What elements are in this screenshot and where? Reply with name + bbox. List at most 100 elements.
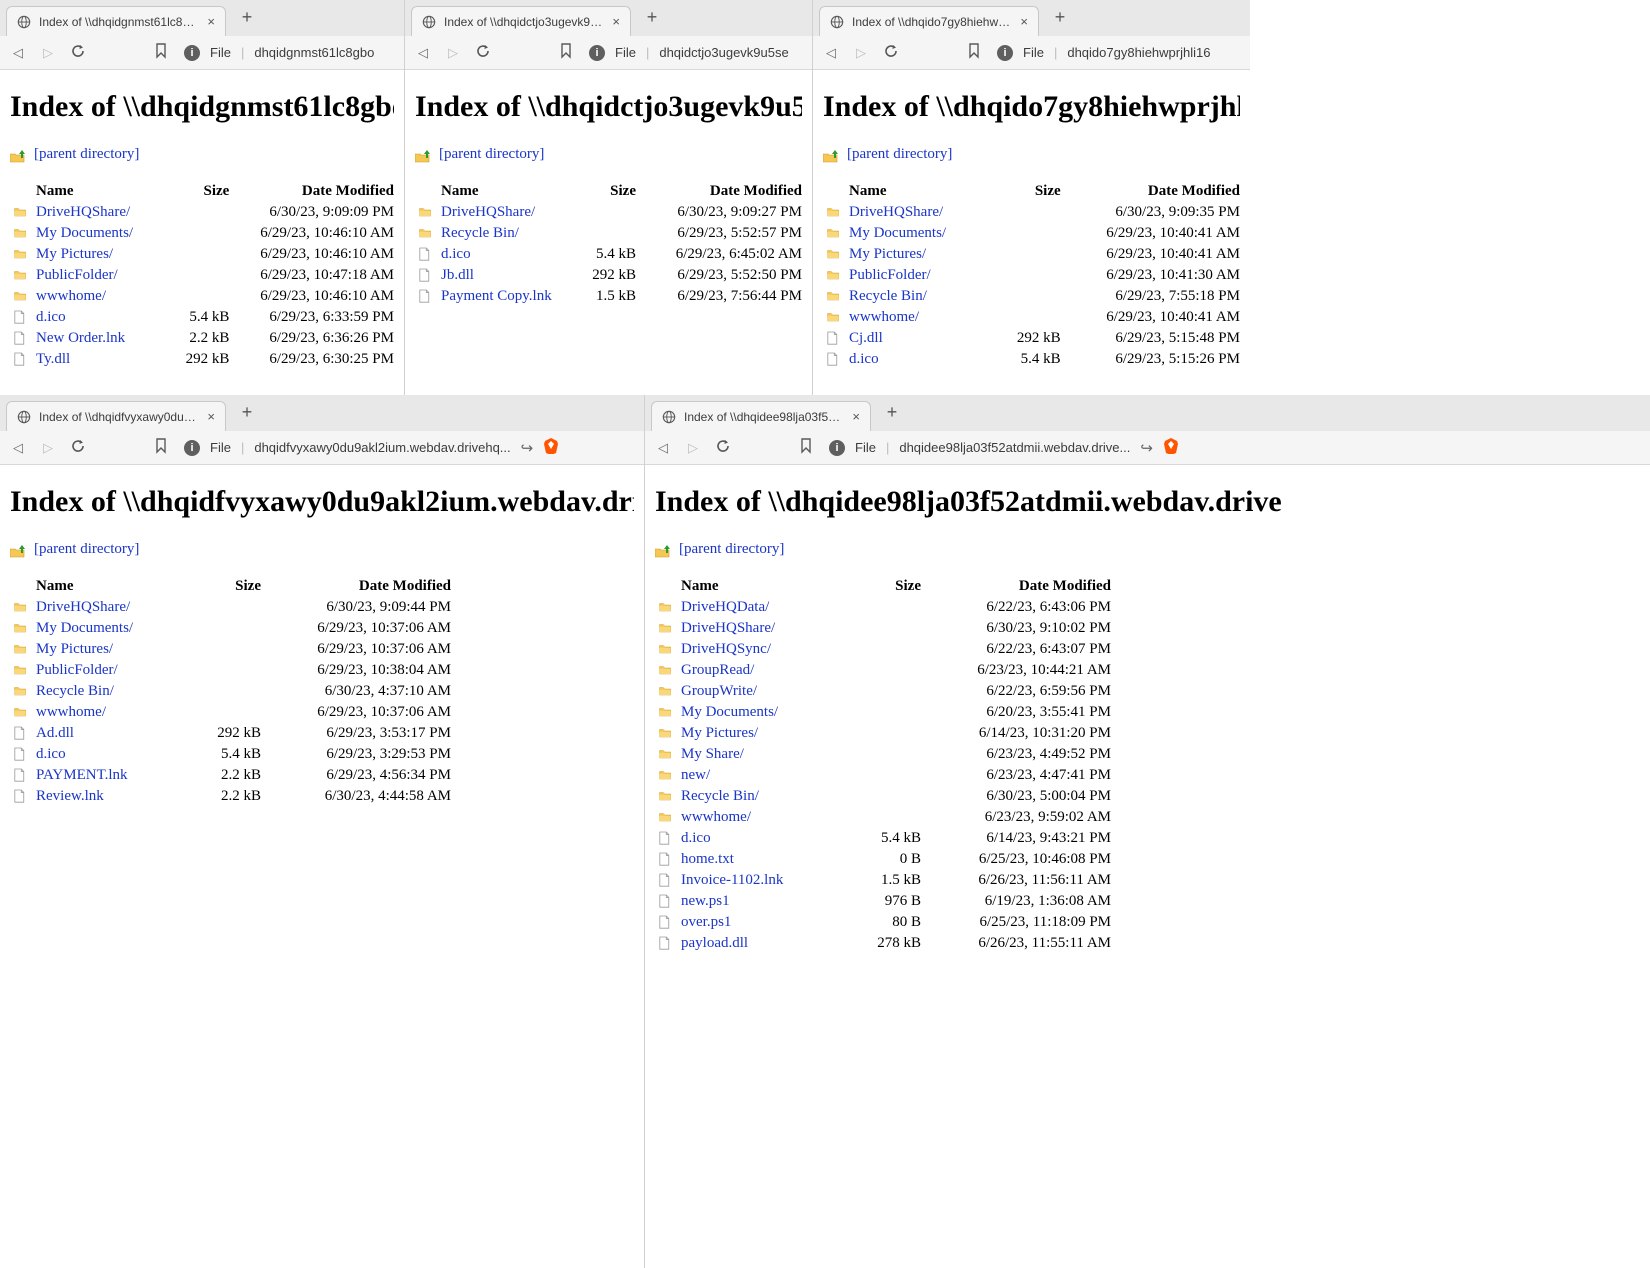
forward-button[interactable]: ▷ <box>853 45 869 61</box>
file-link[interactable]: Ty.dll <box>36 351 169 368</box>
file-link[interactable]: My Documents/ <box>36 225 169 242</box>
address-bar[interactable]: i File | dhqidee98lja03f52atdmii.webdav.… <box>829 438 1640 457</box>
new-tab-button[interactable]: + <box>1047 5 1073 31</box>
share-icon[interactable]: ↪ <box>1140 439 1153 457</box>
file-link[interactable]: d.ico <box>681 830 851 847</box>
file-link[interactable]: DriveHQShare/ <box>36 599 191 616</box>
reload-button[interactable] <box>715 438 731 457</box>
file-link[interactable]: My Pictures/ <box>849 246 995 263</box>
file-link[interactable]: wwwhome/ <box>681 809 851 826</box>
file-link[interactable]: DriveHQShare/ <box>849 204 995 221</box>
file-link[interactable]: My Pictures/ <box>36 641 191 658</box>
site-info-icon[interactable]: i <box>589 45 605 61</box>
back-button[interactable]: ◁ <box>655 440 671 456</box>
back-button[interactable]: ◁ <box>10 440 26 456</box>
file-link[interactable]: GroupRead/ <box>681 662 851 679</box>
bookmark-icon[interactable] <box>799 438 815 457</box>
browser-tab[interactable]: Index of \\dhqido7gy8hiehwprjhl × <box>819 6 1039 36</box>
file-link[interactable]: Invoice-1102.lnk <box>681 872 851 889</box>
browser-tab[interactable]: Index of \\dhqidfvyxawy0du9akl2 × <box>6 401 226 431</box>
back-button[interactable]: ◁ <box>415 45 431 61</box>
file-link[interactable]: over.ps1 <box>681 914 851 931</box>
file-link[interactable]: Recycle Bin/ <box>441 225 575 242</box>
address-bar[interactable]: i File | dhqidgnmst61lc8gbo <box>184 45 394 61</box>
file-link[interactable]: My Documents/ <box>849 225 995 242</box>
site-info-icon[interactable]: i <box>829 440 845 456</box>
file-link[interactable]: wwwhome/ <box>36 704 191 721</box>
new-tab-button[interactable]: + <box>234 5 260 31</box>
file-link[interactable]: DriveHQShare/ <box>36 204 169 221</box>
file-link[interactable]: DriveHQSync/ <box>681 641 851 658</box>
bookmark-icon[interactable] <box>154 43 170 62</box>
file-link[interactable]: d.ico <box>36 746 191 763</box>
forward-button[interactable]: ▷ <box>445 45 461 61</box>
file-link[interactable]: My Pictures/ <box>36 246 169 263</box>
forward-button[interactable]: ▷ <box>40 440 56 456</box>
site-info-icon[interactable]: i <box>184 440 200 456</box>
file-link[interactable]: Recycle Bin/ <box>36 683 191 700</box>
reload-button[interactable] <box>883 43 899 62</box>
file-link[interactable]: wwwhome/ <box>36 288 169 305</box>
bookmark-icon[interactable] <box>154 438 170 457</box>
file-link[interactable]: DriveHQShare/ <box>681 620 851 637</box>
close-icon[interactable]: × <box>852 410 860 423</box>
file-link[interactable]: DriveHQShare/ <box>441 204 575 221</box>
address-bar[interactable]: i File | dhqidctjo3ugevk9u5se <box>589 45 802 61</box>
browser-tab[interactable]: Index of \\dhqidee98lja03f52atdr × <box>651 401 871 431</box>
parent-directory-link[interactable]: [parent directory] <box>655 541 1640 558</box>
file-link[interactable]: PublicFolder/ <box>36 267 169 284</box>
close-icon[interactable]: × <box>207 15 215 28</box>
file-link[interactable]: payload.dll <box>681 935 851 952</box>
new-tab-button[interactable]: + <box>234 400 260 426</box>
parent-directory-link[interactable]: [parent directory] <box>10 146 394 163</box>
address-bar[interactable]: i File | dhqidfvyxawy0du9akl2ium.webdav.… <box>184 438 634 457</box>
back-button[interactable]: ◁ <box>10 45 26 61</box>
brave-shield-icon[interactable] <box>543 438 559 457</box>
file-link[interactable]: New Order.lnk <box>36 330 169 347</box>
parent-directory-link[interactable]: [parent directory] <box>415 146 802 163</box>
close-icon[interactable]: × <box>1020 15 1028 28</box>
file-link[interactable]: d.ico <box>441 246 575 263</box>
file-link[interactable]: Ad.dll <box>36 725 191 742</box>
file-link[interactable]: Cj.dll <box>849 330 995 347</box>
back-button[interactable]: ◁ <box>823 45 839 61</box>
new-tab-button[interactable]: + <box>639 5 665 31</box>
file-link[interactable]: My Share/ <box>681 746 851 763</box>
reload-button[interactable] <box>70 43 86 62</box>
file-link[interactable]: d.ico <box>849 351 995 368</box>
file-link[interactable]: new/ <box>681 767 851 784</box>
file-link[interactable]: GroupWrite/ <box>681 683 851 700</box>
reload-button[interactable] <box>70 438 86 457</box>
file-link[interactable]: Review.lnk <box>36 788 191 805</box>
file-link[interactable]: Jb.dll <box>441 267 575 284</box>
share-icon[interactable]: ↪ <box>521 439 534 457</box>
browser-tab[interactable]: Index of \\dhqidctjo3ugevk9u5se × <box>411 6 631 36</box>
site-info-icon[interactable]: i <box>997 45 1013 61</box>
forward-button[interactable]: ▷ <box>40 45 56 61</box>
file-link[interactable]: PAYMENT.lnk <box>36 767 191 784</box>
file-link[interactable]: new.ps1 <box>681 893 851 910</box>
file-link[interactable]: My Pictures/ <box>681 725 851 742</box>
forward-button[interactable]: ▷ <box>685 440 701 456</box>
close-icon[interactable]: × <box>207 410 215 423</box>
file-link[interactable]: Payment Copy.lnk <box>441 288 575 305</box>
brave-shield-icon[interactable] <box>1163 438 1179 457</box>
new-tab-button[interactable]: + <box>879 400 905 426</box>
parent-directory-link[interactable]: [parent directory] <box>823 146 1240 163</box>
file-link[interactable]: My Documents/ <box>36 620 191 637</box>
site-info-icon[interactable]: i <box>184 45 200 61</box>
file-link[interactable]: Recycle Bin/ <box>681 788 851 805</box>
file-link[interactable]: d.ico <box>36 309 169 326</box>
file-link[interactable]: Recycle Bin/ <box>849 288 995 305</box>
file-link[interactable]: wwwhome/ <box>849 309 995 326</box>
file-link[interactable]: home.txt <box>681 851 851 868</box>
parent-directory-link[interactable]: [parent directory] <box>10 541 634 558</box>
reload-button[interactable] <box>475 43 491 62</box>
address-bar[interactable]: i File | dhqido7gy8hiehwprjhli16 <box>997 45 1240 61</box>
file-link[interactable]: PublicFolder/ <box>36 662 191 679</box>
file-link[interactable]: My Documents/ <box>681 704 851 721</box>
close-icon[interactable]: × <box>612 15 620 28</box>
bookmark-icon[interactable] <box>559 43 575 62</box>
file-link[interactable]: PublicFolder/ <box>849 267 995 284</box>
file-link[interactable]: DriveHQData/ <box>681 599 851 616</box>
